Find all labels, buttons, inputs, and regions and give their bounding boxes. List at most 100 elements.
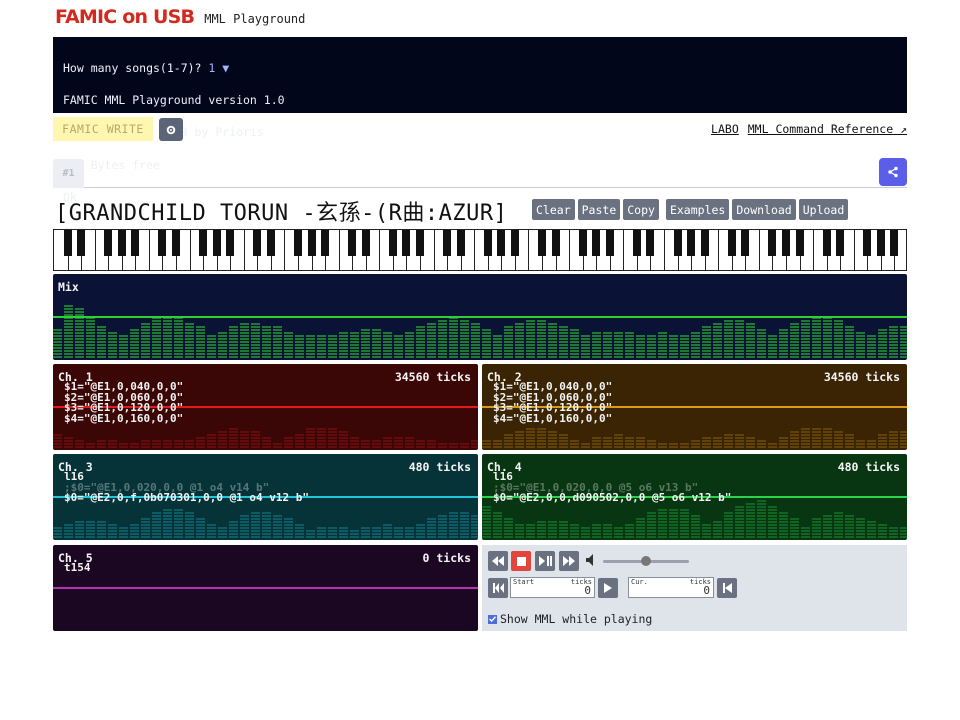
piano-black-key[interactable] <box>199 230 208 256</box>
piano-black-key[interactable] <box>592 230 601 256</box>
level-bar-segment <box>790 341 799 343</box>
mml-line: $0="@E2,0,0,d090502,0,0 @5 o6 v12 b" <box>493 491 732 505</box>
tab-song-1[interactable]: #1 <box>53 159 84 188</box>
piano-black-key[interactable] <box>795 230 804 256</box>
show-mml-checkbox[interactable] <box>488 614 497 624</box>
mix-visualizer: Mix <box>53 274 907 360</box>
level-bar-segment <box>812 443 821 445</box>
piano-black-key[interactable] <box>687 230 696 256</box>
mml-reference-link[interactable]: MML Command Reference ↗ <box>748 122 907 136</box>
song-count-select[interactable]: 1 ▼ <box>208 61 229 75</box>
piano-black-key[interactable] <box>307 230 316 256</box>
piano-black-key[interactable] <box>483 230 492 256</box>
rewind-button[interactable] <box>488 551 508 571</box>
volume-slider[interactable] <box>603 556 689 566</box>
piano-black-key[interactable] <box>172 230 180 256</box>
current-ticks-field[interactable]: Cur. ticks 0 <box>628 577 714 598</box>
piano-black-key[interactable] <box>741 230 750 256</box>
piano-black-key[interactable] <box>538 230 546 256</box>
piano-black-key[interactable] <box>226 230 235 256</box>
piano-black-key[interactable] <box>497 230 506 256</box>
level-bar-segment <box>383 536 392 538</box>
level-bar-segment <box>119 341 128 343</box>
level-bar-segment <box>251 323 260 325</box>
current-ticks-value[interactable]: 0 <box>703 584 710 597</box>
piano-black-key[interactable] <box>348 230 357 256</box>
level-bar-segment <box>614 437 623 439</box>
volume-slider-knob[interactable] <box>641 556 651 566</box>
piano-black-key[interactable] <box>77 230 86 256</box>
show-mml-label: Show MML while playing <box>500 612 653 626</box>
level-bar-segment <box>680 515 689 517</box>
level-bar-segment <box>812 335 821 337</box>
piano-black-key[interactable] <box>876 230 885 256</box>
fast-forward-button[interactable] <box>559 551 579 571</box>
level-bar-segment <box>592 332 601 334</box>
level-bar-segment <box>273 527 282 529</box>
basic-terminal[interactable]: How many songs(1-7)? 1 ▼ FAMIC MML Playg… <box>53 37 907 235</box>
piano-black-key[interactable] <box>253 230 262 256</box>
piano-black-key[interactable] <box>578 230 587 256</box>
labo-link[interactable]: LABO <box>711 122 739 136</box>
piano-black-key[interactable] <box>782 230 790 256</box>
piano-black-key[interactable] <box>863 230 872 256</box>
level-bar-segment <box>141 350 150 352</box>
level-bar-segment <box>812 350 821 352</box>
piano-black-key[interactable] <box>510 230 519 256</box>
start-ticks-value[interactable]: 0 <box>584 584 591 597</box>
piano-black-key[interactable] <box>294 230 302 256</box>
piano-black-key[interactable] <box>646 230 655 256</box>
piano-black-key[interactable] <box>822 230 831 256</box>
piano-keyboard[interactable] <box>53 229 907 271</box>
play-from-start-button[interactable] <box>598 578 618 598</box>
piano-black-key[interactable] <box>836 230 845 256</box>
famic-write-button[interactable]: FAMIC WRITE <box>53 117 153 141</box>
piano-black-key[interactable] <box>632 230 641 256</box>
examples-button[interactable]: Examples <box>665 199 730 220</box>
level-bar-segment <box>768 518 777 520</box>
piano-black-key[interactable] <box>158 230 167 256</box>
piano-black-key[interactable] <box>727 230 736 256</box>
piano-black-key[interactable] <box>388 230 397 256</box>
piano-black-key[interactable] <box>551 230 560 256</box>
level-bar-segment <box>724 320 733 322</box>
show-mml-option[interactable]: Show MML while playing <box>488 612 652 626</box>
play-pause-button[interactable] <box>535 551 555 571</box>
piano-black-key[interactable] <box>768 230 777 256</box>
piano-black-key[interactable] <box>890 230 899 256</box>
piano-white-key-divider <box>474 230 476 270</box>
seek-start-button[interactable] <box>488 578 508 598</box>
clear-button[interactable]: Clear <box>532 199 575 220</box>
piano-black-key[interactable] <box>700 230 709 256</box>
piano-black-key[interactable] <box>443 230 452 256</box>
paste-button[interactable]: Paste <box>577 199 621 220</box>
piano-black-key[interactable] <box>361 230 370 256</box>
settings-button[interactable] <box>159 118 183 141</box>
level-bar-segment <box>614 335 623 337</box>
piano-black-key[interactable] <box>605 230 614 256</box>
level-bar-segment <box>394 338 403 340</box>
level-bar-segment <box>680 527 689 529</box>
level-bar-segment <box>471 515 478 517</box>
start-ticks-field[interactable]: Start ticks 0 <box>510 577 595 598</box>
share-button[interactable] <box>879 158 907 186</box>
level-bar-segment <box>713 437 722 439</box>
piano-black-key[interactable] <box>117 230 126 256</box>
level-bar-segment <box>372 338 381 340</box>
piano-black-key[interactable] <box>131 230 140 256</box>
stop-button[interactable] <box>511 551 531 571</box>
piano-black-key[interactable] <box>266 230 275 256</box>
piano-black-key[interactable] <box>104 230 113 256</box>
set-start-button[interactable] <box>717 578 737 598</box>
piano-black-key[interactable] <box>63 230 72 256</box>
level-bar-segment <box>108 527 117 529</box>
piano-black-key[interactable] <box>321 230 330 256</box>
piano-black-key[interactable] <box>212 230 221 256</box>
piano-black-key[interactable] <box>402 230 411 256</box>
piano-black-key[interactable] <box>456 230 465 256</box>
upload-button[interactable]: Upload <box>798 199 849 220</box>
download-button[interactable]: Download <box>732 199 796 220</box>
copy-button[interactable]: Copy <box>623 199 659 220</box>
piano-black-key[interactable] <box>416 230 424 256</box>
piano-black-key[interactable] <box>673 230 682 256</box>
